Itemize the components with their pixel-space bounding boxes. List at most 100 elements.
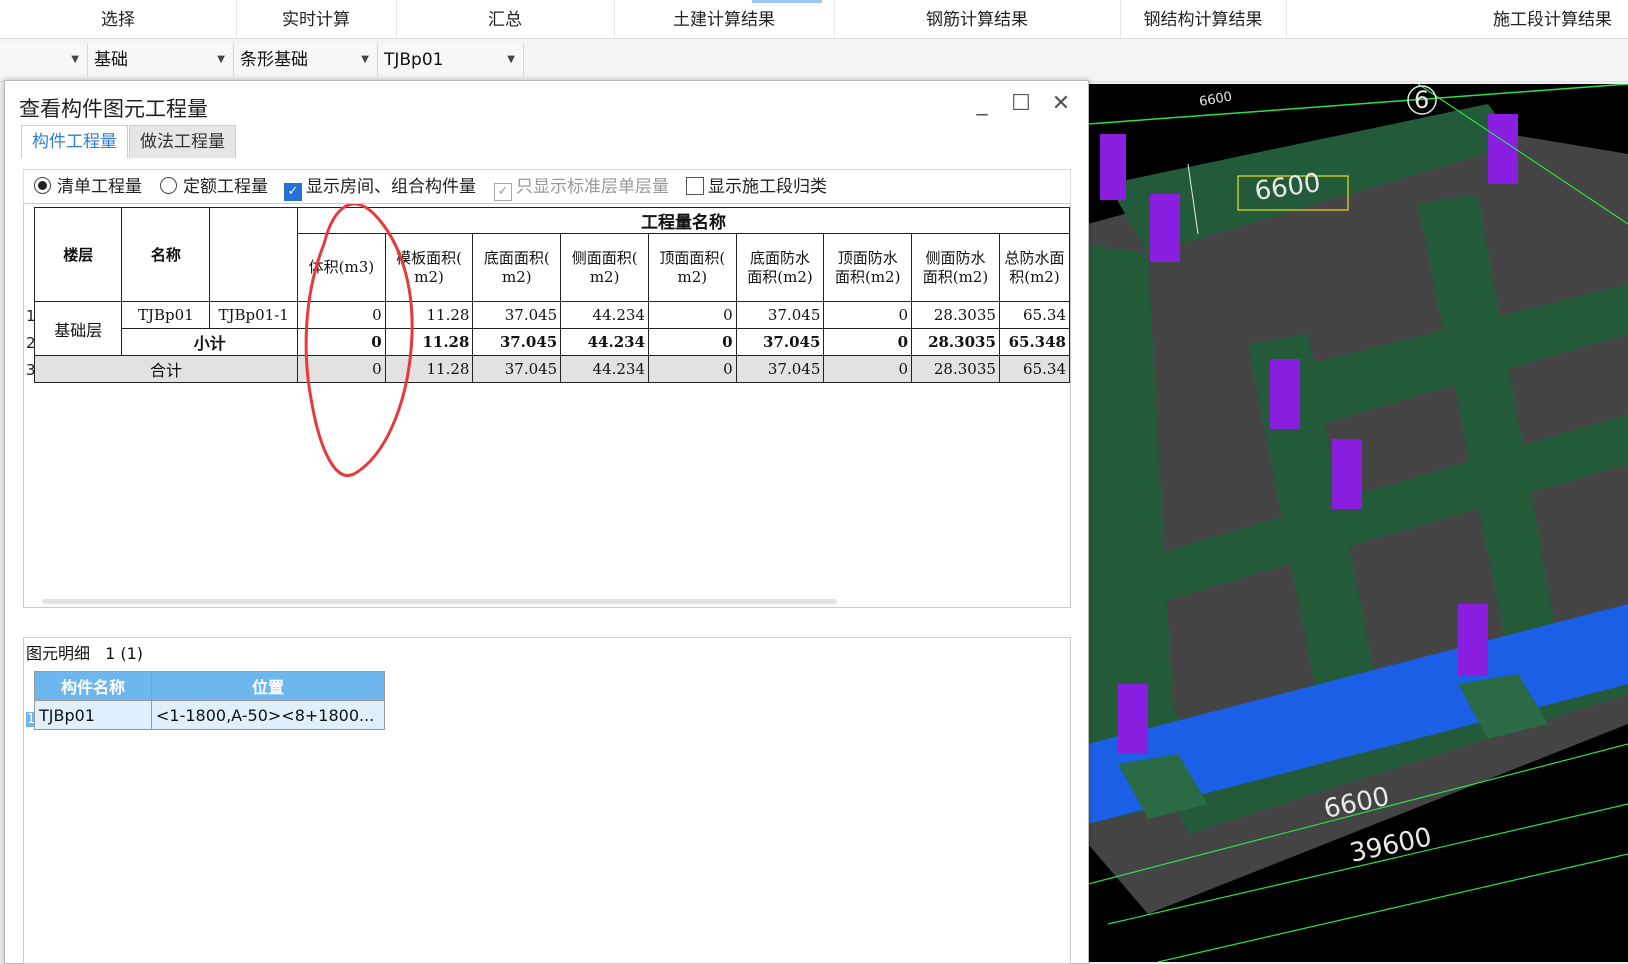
header-line: m2)	[589, 267, 620, 286]
checkmark-icon: ✓	[284, 183, 302, 201]
cell-total-label: 合计	[33, 355, 299, 383]
header-line: m2)	[502, 267, 532, 286]
header-line: 面积(m2)	[834, 267, 901, 286]
cad-3d-view[interactable]: 6600 6 6600 6600 39600	[1088, 84, 1628, 962]
cell-value: 0	[823, 328, 913, 356]
detail-count: 1 (1)	[105, 644, 144, 663]
selector-category-value: 基础	[94, 50, 128, 70]
header-line: 顶面面积(	[659, 248, 726, 267]
header-bottom-waterproof: 底面防水 面积(m2)	[735, 233, 825, 302]
cell-subtotal-label: 小计	[121, 328, 299, 356]
ribbon-summary[interactable]: 汇总	[396, 0, 615, 38]
header-top-waterproof: 顶面防水 面积(m2)	[823, 233, 913, 302]
column	[1458, 604, 1488, 676]
checkbox-standard-floor-label: 只显示标准层单层量	[516, 177, 669, 197]
cell-value: 0	[648, 301, 737, 329]
ribbon-stage-results[interactable]: 施工段计算结果	[1286, 0, 1628, 38]
ribbon-select[interactable]: 选择	[0, 0, 237, 38]
cell-value: 28.3035	[911, 301, 1000, 329]
detail-title: 图元明细	[26, 644, 91, 663]
selector-component-value: TJBp01	[384, 50, 444, 70]
header-subname	[209, 207, 299, 302]
radio-quota-quantity[interactable]: 定额工程量	[160, 170, 268, 204]
cell-value: 37.045	[735, 355, 825, 383]
dropdown-arrow-icon: ▼	[507, 54, 515, 65]
radio-quota-label: 定额工程量	[183, 177, 268, 197]
red-annotation-circle	[304, 204, 414, 478]
header-bottom-area: 底面面积(m2)	[472, 233, 562, 302]
close-icon[interactable]: ✕	[1046, 91, 1076, 116]
selector-bar: ▼ 基础 ▼ 条形基础 ▼ TJBp01 ▼	[0, 39, 1628, 82]
cell-value: 37.045	[472, 328, 562, 356]
selector-component[interactable]: TJBp01 ▼	[378, 43, 524, 77]
checkbox-show-room-label: 显示房间、组合构件量	[306, 177, 476, 197]
ribbon-rebar-results[interactable]: 钢筋计算结果	[834, 0, 1121, 38]
table-row[interactable]: TJBp01 <1-1800,A-50><8+1800...	[34, 700, 385, 730]
header-component-name[interactable]: 构件名称	[34, 671, 152, 701]
header-total-waterproof: 总防水面 积(m2)	[998, 233, 1070, 302]
dialog-title: 查看构件图元工程量	[19, 97, 208, 121]
header-line: 侧面防水	[925, 248, 986, 267]
header-line: 顶面防水	[837, 248, 898, 267]
header-line: 面积(m2)	[922, 267, 989, 286]
cell-value: 0	[823, 301, 913, 329]
column	[1118, 684, 1148, 754]
options-bar: 清单工程量 定额工程量 ✓ 显示房间、组合构件量 ✓ 只显示标准层单层量 显示施工段…	[23, 169, 1071, 204]
radio-checked-icon	[34, 177, 51, 194]
header-line: 底面防水	[750, 248, 811, 267]
cell-floor: 基础层	[33, 301, 123, 356]
header-position[interactable]: 位置	[151, 671, 385, 701]
table-row-subtotal[interactable]: 小计 0 11.28 37.045 44.234 0 37.045 0 28.3…	[35, 328, 1070, 356]
checkbox-show-room[interactable]: ✓ 显示房间、组合构件量	[284, 170, 476, 204]
detail-panel: 1 构件名称 位置 TJBp01 <1-1800,A-50><8+1800...	[23, 671, 1071, 964]
quantity-table: 楼层 名称 工程量名称 体积(m3) 模板面积(m2) 底面面积(m2) 侧面面…	[33, 207, 1070, 383]
cell-position: <1-1800,A-50><8+1800...	[151, 700, 385, 730]
column	[1270, 359, 1300, 429]
checkbox-construction-stage[interactable]: 显示施工段归类	[686, 170, 827, 204]
ribbon: 选择 实时计算 汇总 土建计算结果 钢筋计算结果 钢结构计算结果 施工段计算结果	[0, 0, 1628, 39]
checkbox-standard-floor: ✓ 只显示标准层单层量	[494, 170, 669, 204]
selector-category[interactable]: 基础 ▼	[88, 43, 234, 77]
header-side-area: 侧面面积(m2)	[560, 233, 650, 302]
ribbon-steel-results[interactable]: 钢结构计算结果	[1120, 0, 1287, 38]
tab-component-quantity[interactable]: 构件工程量	[21, 125, 128, 158]
horizontal-scrollbar[interactable]	[42, 599, 837, 604]
header-line: 侧面面积(	[571, 248, 638, 267]
maximize-icon[interactable]: ☐	[1006, 91, 1036, 116]
column	[1332, 439, 1362, 509]
cell-value: 65.34	[998, 301, 1070, 329]
dropdown-arrow-icon: ▼	[361, 54, 369, 65]
cad-drawing: 6600 6 6600 6600 39600	[1088, 84, 1628, 962]
selector-floor[interactable]: ▼	[0, 43, 88, 77]
table-row-total[interactable]: 合计 0 11.28 37.045 44.234 0 37.045 0 28.3…	[33, 355, 1070, 383]
cell-value: 28.3035	[911, 355, 1000, 383]
minimize-icon[interactable]: _	[967, 91, 997, 116]
header-line: 总防水面	[1004, 248, 1065, 267]
cell-value: 44.234	[560, 301, 650, 329]
radio-list-quantity[interactable]: 清单工程量	[34, 170, 142, 204]
cell-value: 28.3035	[911, 328, 1000, 356]
radio-list-label: 清单工程量	[57, 177, 142, 197]
table-row[interactable]: 基础层 TJBp01 TJBp01-1 0 11.28 37.045 44.23…	[33, 301, 1070, 356]
radio-unchecked-icon	[160, 177, 177, 194]
selector-type[interactable]: 条形基础 ▼	[234, 43, 378, 77]
header-name: 名称	[121, 207, 211, 302]
cell-value: 44.234	[560, 328, 650, 356]
detail-table-header: 构件名称 位置	[34, 671, 385, 701]
cell-component-name: TJBp01	[34, 700, 152, 730]
ribbon-civil-results[interactable]: 土建计算结果	[614, 0, 835, 38]
checkmark-icon: ✓	[494, 183, 512, 201]
cell-value: 0	[648, 355, 737, 383]
ribbon-realtime-calc[interactable]: 实时计算	[236, 0, 397, 38]
tab-method-quantity[interactable]: 做法工程量	[129, 125, 236, 158]
quantity-dialog: 查看构件图元工程量 _ ☐ ✕ 构件工程量 做法工程量 清单工程量 定额工程量 …	[4, 80, 1089, 964]
cell-name: TJBp01	[121, 301, 211, 329]
header-line: 积(m2)	[1009, 267, 1060, 286]
selector-type-value: 条形基础	[240, 50, 308, 70]
detail-table: 构件名称 位置 TJBp01 <1-1800,A-50><8+1800...	[34, 671, 385, 730]
cell-value: 0	[648, 328, 737, 356]
cell-value: 65.348	[998, 328, 1070, 356]
cell-value: 37.045	[472, 301, 562, 329]
cell-value: 65.34	[998, 355, 1070, 383]
cell-subname: TJBp01-1	[209, 301, 299, 329]
